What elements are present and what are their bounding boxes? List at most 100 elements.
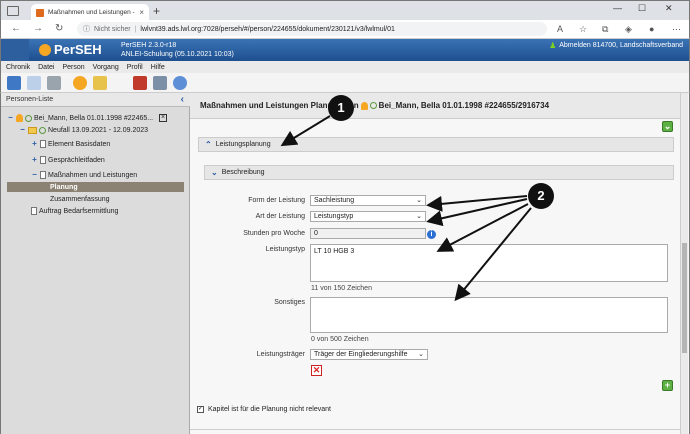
expand-node-icon[interactable]: + <box>31 155 38 164</box>
info-icon[interactable]: i <box>427 230 436 239</box>
tree-item-label: Bei_Mann, Bella 01.01.1998 #22465... <box>34 114 154 122</box>
menu-datei[interactable]: Datei <box>38 64 54 71</box>
tree-item-auftrag[interactable]: Auftrag Bedarfsermittlung <box>31 206 118 216</box>
status-icon <box>39 126 46 134</box>
profile-icon[interactable]: ● <box>649 24 654 34</box>
tree-item-label: Auftrag Bedarfsermittlung <box>39 207 119 215</box>
not-secure-icon: ⓘ <box>83 26 90 33</box>
annotation-badge-1: 1 <box>328 95 354 121</box>
reload-icon[interactable]: ↻ <box>55 23 63 34</box>
forward-icon[interactable]: → <box>33 23 43 34</box>
close-window-button[interactable]: ✕ <box>665 3 673 14</box>
tree-item-label: Zusammenfassung <box>50 195 110 203</box>
logo-mark-icon <box>39 43 51 56</box>
tools-icon[interactable] <box>133 76 147 90</box>
more-icon[interactable]: ⋯ <box>672 24 681 35</box>
help-icon[interactable] <box>173 76 187 90</box>
hours-input[interactable]: 0 <box>310 228 426 239</box>
delete-icon[interactable]: ✕ <box>311 365 322 376</box>
scrollbar[interactable] <box>680 93 688 434</box>
menu-profil[interactable]: Profil <box>127 64 143 71</box>
menu-person[interactable]: Person <box>62 64 84 71</box>
read-aloud-icon[interactable]: A <box>557 24 563 34</box>
back-icon[interactable]: ← <box>11 23 21 34</box>
scrollbar-thumb[interactable] <box>682 243 687 353</box>
section-beschreibung[interactable]: ⌄ Beschreibung <box>204 165 674 180</box>
divider <box>190 429 680 430</box>
collapse-icon[interactable]: ‹ <box>181 94 184 105</box>
not-relevant-checkbox[interactable]: ✓ Kapitel ist für die Planung nicht rele… <box>197 406 331 413</box>
url-separator: | <box>134 25 137 33</box>
favorite-star-icon[interactable]: ☆ <box>579 24 587 35</box>
chevron-down-icon: ⌄ <box>416 213 422 220</box>
form-select-value: Sachleistung <box>314 197 355 204</box>
app-version-block: PerSEH 2.3.0-r18 ANLEI-Schulung (05.10.2… <box>121 41 234 59</box>
expand-node-icon[interactable]: + <box>31 139 38 148</box>
tree-item-label: Gesprächleitfaden <box>48 156 105 164</box>
section-title: Leistungsplanung <box>215 141 271 148</box>
art-select[interactable]: Leistungstyp ⌄ <box>310 211 426 222</box>
filter-icon[interactable] <box>153 76 167 90</box>
collections-icon[interactable]: ⧉ <box>602 24 608 35</box>
checkbox-label: Kapitel ist für die Planung nicht releva… <box>208 406 331 413</box>
section-leistungsplanung[interactable]: ⌃ Leistungsplanung <box>198 137 674 152</box>
tree-item-basisdaten[interactable]: + Element Basisdaten <box>31 139 110 149</box>
annotation-badge-2: 2 <box>528 183 554 209</box>
type-textarea[interactable]: LT 10 HGB 3 <box>310 244 668 282</box>
carrier-select[interactable]: Träger der Eingliederungshilfe ⌄ <box>310 349 428 360</box>
menu-chronik[interactable]: Chronik <box>6 64 30 71</box>
maximize-button[interactable]: ☐ <box>638 3 646 14</box>
other-textarea[interactable] <box>310 297 668 333</box>
art-select-value: Leistungstyp <box>314 213 354 220</box>
checkbox-icon[interactable]: ✓ <box>197 406 204 413</box>
hours-value: 0 <box>314 230 318 237</box>
toolbar <box>0 73 690 93</box>
other-label: Sonstiges <box>274 299 305 306</box>
browser-tabbar: Maßnahmen und Leistungen - P × + — ☐ ✕ <box>0 0 690 21</box>
collapse-node-icon[interactable]: − <box>31 170 38 179</box>
type-textarea-value: LT 10 HGB 3 <box>314 248 355 255</box>
tab-actions-icon[interactable] <box>7 6 19 16</box>
close-person-icon[interactable]: × <box>159 114 168 122</box>
tree-item-planung[interactable]: Planung <box>7 182 184 192</box>
chevron-up-icon: ⌃ <box>205 140 212 149</box>
menu-vorgang[interactable]: Vorgang <box>93 64 119 71</box>
folder-add-icon[interactable] <box>93 76 107 90</box>
tree-item-zusammenfassung[interactable]: Zusammenfassung <box>50 194 110 204</box>
page-title-person: Bei_Mann, Bella 01.01.1998 #224655/29167… <box>378 101 550 110</box>
person-search-icon[interactable] <box>73 76 87 90</box>
collapse-node-icon[interactable]: − <box>7 113 14 122</box>
document-icon <box>40 171 46 179</box>
tree-item-case[interactable]: − Neufall 13.09.2021 - 12.09.2023 <box>19 125 148 135</box>
plus-icon[interactable]: + <box>662 380 673 391</box>
document-icon <box>31 207 37 215</box>
new-tab-button[interactable]: + <box>153 4 160 18</box>
browser-tab[interactable]: Maßnahmen und Leistungen - P × <box>31 4 149 21</box>
minimize-button[interactable]: — <box>613 3 622 13</box>
print-icon[interactable] <box>47 76 61 90</box>
chevron-down-icon: ⌄ <box>416 197 422 204</box>
status-icon <box>369 102 377 109</box>
folder-icon <box>28 126 37 134</box>
menu-hilfe[interactable]: Hilfe <box>151 64 165 71</box>
tree-item-massnahmen[interactable]: − Maßnahmen und Leistungen <box>31 170 137 180</box>
tab-close-icon[interactable]: × <box>139 8 144 17</box>
app-version: PerSEH 2.3.0-r18 <box>121 42 177 49</box>
tree-item-label: Planung <box>50 183 78 191</box>
form-select[interactable]: Sachleistung ⌄ <box>310 195 426 206</box>
save-icon[interactable] <box>7 76 21 90</box>
section-title: Beschreibung <box>221 169 265 176</box>
collapse-node-icon[interactable]: − <box>19 125 26 134</box>
undo-icon[interactable] <box>27 76 41 90</box>
form-label: Form der Leistung <box>248 197 305 204</box>
chevron-down-icon: ⌄ <box>418 350 424 358</box>
document-icon <box>40 140 46 148</box>
hours-label: Stunden pro Woche <box>243 230 305 237</box>
expand-all-button[interactable]: ⌄ <box>662 121 673 132</box>
url-field[interactable]: ⓘ Nicht sicher | lwlvnt39.ads.lwl.org:70… <box>77 22 547 36</box>
logout-link[interactable]: ♟ Abmelden 814700, Landschaftsverband <box>549 41 683 50</box>
shield-icon[interactable]: ◈ <box>625 24 632 35</box>
menu-bar: Chronik Datei Person Vorgang Profil Hilf… <box>0 61 690 73</box>
tree-item-leitfaden[interactable]: + Gesprächleitfaden <box>31 155 105 165</box>
tree-item-person[interactable]: − Bei_Mann, Bella 01.01.1998 #22465... × <box>7 113 168 123</box>
